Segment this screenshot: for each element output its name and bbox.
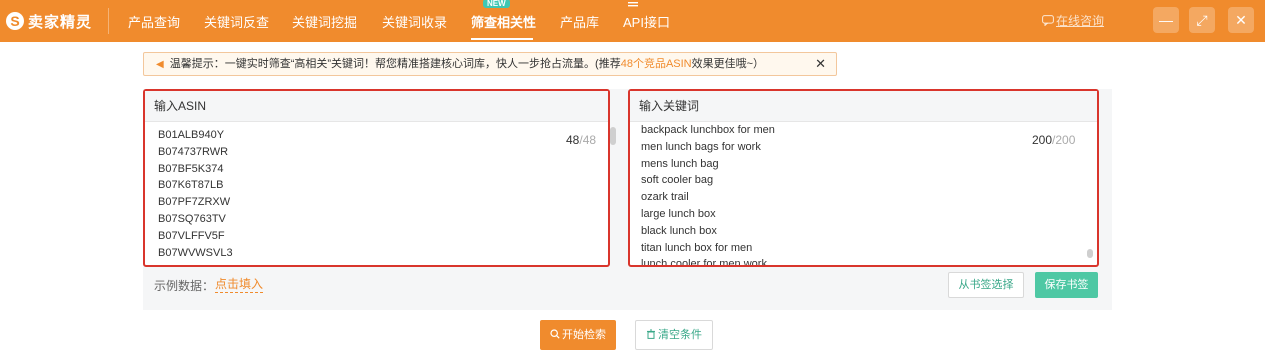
logo-text: 卖家精灵 (28, 13, 93, 31)
asin-item: B07PF7ZRXW (158, 196, 231, 209)
close-icon: ✕ (1235, 12, 1247, 28)
nav-product-library[interactable]: 产品库 (560, 12, 599, 31)
keyword-item: soft cooler bag (641, 174, 714, 187)
app-logo[interactable]: S 卖家精灵 (6, 9, 92, 33)
nav-keyword-mining[interactable]: 关键词挖掘 (292, 12, 357, 31)
start-search-label: 开始检索 (562, 329, 606, 341)
nav-api[interactable]: API接口 (623, 12, 670, 31)
close-window-button[interactable]: ✕ (1228, 7, 1254, 33)
nav-relevance-screening[interactable]: 筛查相关性 (471, 12, 536, 31)
asin-max: /48 (579, 133, 597, 147)
top-navigation-bar: S 卖家精灵 产品查询 关键词反查 关键词挖掘 关键词收录 NEW 筛查相关性 … (0, 0, 1265, 42)
tip-text-prefix: 温馨提示：一键实时筛查“高相关”关键词！帮您精准搭建核心词库，快人一步抢占流量。… (169, 58, 621, 70)
chat-icon (1042, 15, 1054, 26)
online-consult-link[interactable]: 在线咨询 (1042, 12, 1104, 29)
fill-example-link[interactable]: 点击填入 (215, 277, 264, 293)
minimize-button[interactable]: — (1153, 7, 1179, 33)
keyword-item: black lunch box (641, 224, 717, 237)
asin-item: B074737RWR (158, 145, 229, 158)
save-bookmark-button[interactable]: 保存书签 (1035, 272, 1098, 298)
logo-mark: S (6, 12, 24, 30)
asin-input-box[interactable]: 输入ASIN B01ALB940Y B074737RWR B07BF5K374 … (143, 89, 616, 267)
keyword-item: ozark trail (641, 191, 689, 204)
clear-conditions-button[interactable]: 清空条件 (635, 320, 713, 350)
select-from-bookmark-button[interactable]: 从书签选择 (948, 272, 1024, 298)
tip-text-suffix: 效果更佳哦~） (691, 58, 765, 70)
keyword-item: men lunch bags for work (641, 140, 761, 153)
input-panel: 输入ASIN B01ALB940Y B074737RWR B07BF5K374 … (143, 89, 1112, 310)
keyword-item: mens lunch bag (641, 157, 719, 170)
active-tab-indicator (471, 38, 533, 40)
tip-banner: ◀ 温馨提示：一键实时筛查“高相关”关键词！帮您精准搭建核心词库，快人一步抢占流量… (143, 52, 837, 76)
keyword-item: large lunch box (641, 207, 716, 220)
new-badge: NEW (483, 0, 510, 8)
keyword-item: titan lunch box for men (641, 241, 753, 254)
asin-scrollbar[interactable] (610, 127, 616, 145)
nav-keyword-indexing[interactable]: 关键词收录 (382, 12, 447, 31)
nav-product-query[interactable]: 产品查询 (128, 12, 180, 31)
asin-item: B07BF5K374 (158, 162, 224, 175)
keyword-scrollbar[interactable] (1087, 249, 1093, 258)
keyword-count: 200 (1032, 133, 1053, 147)
maximize-icon: ⤢ (1196, 12, 1208, 28)
tip-highlight: 48个竞品ASIN (620, 58, 692, 70)
search-icon (550, 329, 560, 339)
keyword-list-viewport[interactable]: backpack lunchbox for men men lunch bags… (630, 122, 1095, 265)
nav-keyword-reverse[interactable]: 关键词反查 (204, 12, 269, 31)
keyword-list: backpack lunchbox for men men lunch bags… (641, 122, 775, 265)
asin-item: B07WVWSVL3 (158, 246, 233, 259)
keyword-item: backpack lunchbox for men (641, 124, 775, 136)
tip-close-button[interactable]: ✕ (815, 53, 826, 75)
asin-item: B07VLFFV5F (158, 229, 225, 242)
keyword-max: /200 (1052, 133, 1076, 147)
asin-item: B07K6T87LB (158, 179, 224, 192)
start-search-button[interactable]: 开始检索 (540, 320, 616, 350)
trash-icon (647, 329, 655, 339)
asin-item: B01ALB940Y (158, 129, 225, 141)
keyword-input-box[interactable]: 输入关键词 backpack lunchbox for men men lunc… (628, 89, 1099, 267)
asin-item: B07SQ763TV (158, 212, 226, 225)
clear-conditions-label: 清空条件 (658, 329, 702, 341)
asin-counter: 48/48 (566, 133, 596, 147)
api-icon (626, 1, 640, 11)
online-consult-label: 在线咨询 (1056, 14, 1105, 28)
asin-count: 48 (566, 133, 580, 147)
minimize-icon: — (1159, 12, 1173, 28)
megaphone-icon: ◀ (156, 59, 164, 70)
asin-box-title: 输入ASIN (145, 91, 608, 122)
maximize-button[interactable]: ⤢ (1189, 7, 1215, 33)
asin-list[interactable]: B01ALB940Y B074737RWR B07BF5K374 B07K6T8… (158, 127, 233, 261)
keyword-box-title: 输入关键词 (630, 91, 1097, 122)
example-data-label: 示例数据： (154, 279, 215, 293)
keyword-counter: 200/200 (1032, 133, 1075, 147)
divider (108, 8, 109, 34)
keyword-item: lunch cooler for men work (641, 258, 767, 265)
